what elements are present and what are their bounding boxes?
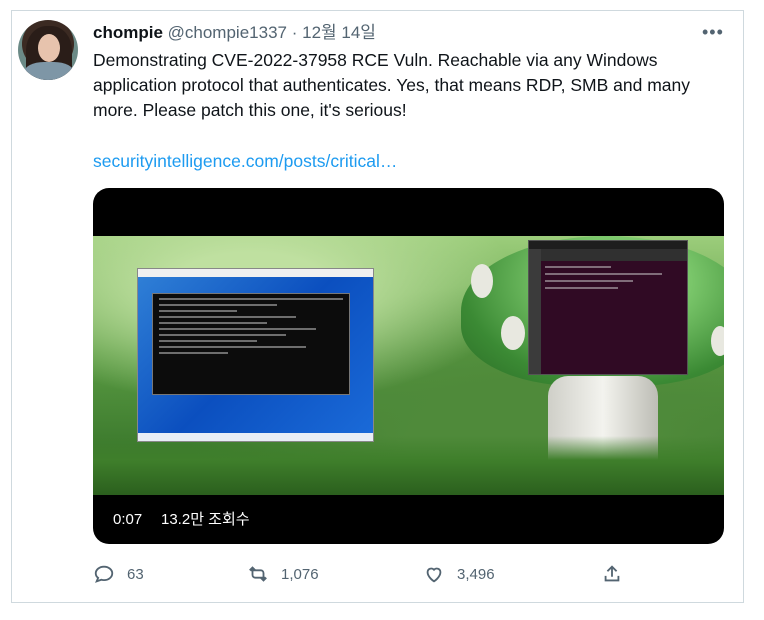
video-controls: 0:07 13.2만 조회수 bbox=[93, 495, 724, 544]
separator-dot: · bbox=[291, 23, 298, 42]
share-icon bbox=[604, 565, 620, 582]
author-name[interactable]: chompie bbox=[93, 23, 163, 42]
grass bbox=[93, 436, 724, 495]
heart-icon bbox=[426, 567, 442, 583]
avatar[interactable] bbox=[18, 20, 78, 80]
video-time: 0:07 bbox=[113, 511, 143, 528]
like-count: 3,496 bbox=[457, 565, 495, 583]
like-button[interactable]: 3,496 bbox=[423, 556, 495, 592]
retweet-button[interactable]: 1,076 bbox=[247, 556, 319, 592]
tweet-link[interactable]: securityintelligence.com/posts/critical… bbox=[93, 150, 397, 172]
view-count: 13.2만 조회수 bbox=[161, 511, 250, 528]
tweet-actions: 63 1,076 3,496 bbox=[93, 556, 633, 592]
linux-terminal bbox=[541, 261, 687, 374]
reply-icon bbox=[94, 565, 114, 583]
reply-button[interactable]: 63 bbox=[93, 556, 144, 592]
windows-vm-window bbox=[137, 268, 374, 442]
share-button[interactable] bbox=[601, 556, 623, 592]
author-handle[interactable]: @chompie1337 bbox=[168, 23, 287, 42]
tweet-header: chompie @chompie1337 · 12월 14일 bbox=[93, 22, 376, 44]
ubuntu-dock bbox=[529, 249, 541, 374]
reply-count: 63 bbox=[127, 565, 144, 583]
more-icon[interactable]: ••• bbox=[702, 22, 724, 43]
windows-taskbar bbox=[138, 433, 373, 441]
retweet-count: 1,076 bbox=[281, 565, 319, 583]
video-frame bbox=[93, 236, 724, 495]
video-player[interactable]: 0:07 13.2만 조회수 bbox=[93, 188, 724, 544]
tweet-date[interactable]: 12월 14일 bbox=[302, 23, 376, 42]
cmd-terminal bbox=[152, 293, 350, 395]
retweet-icon bbox=[249, 566, 267, 582]
ubuntu-vm-window bbox=[528, 240, 688, 375]
tweet-text: Demonstrating CVE-2022-37958 RCE Vuln. R… bbox=[93, 50, 690, 120]
